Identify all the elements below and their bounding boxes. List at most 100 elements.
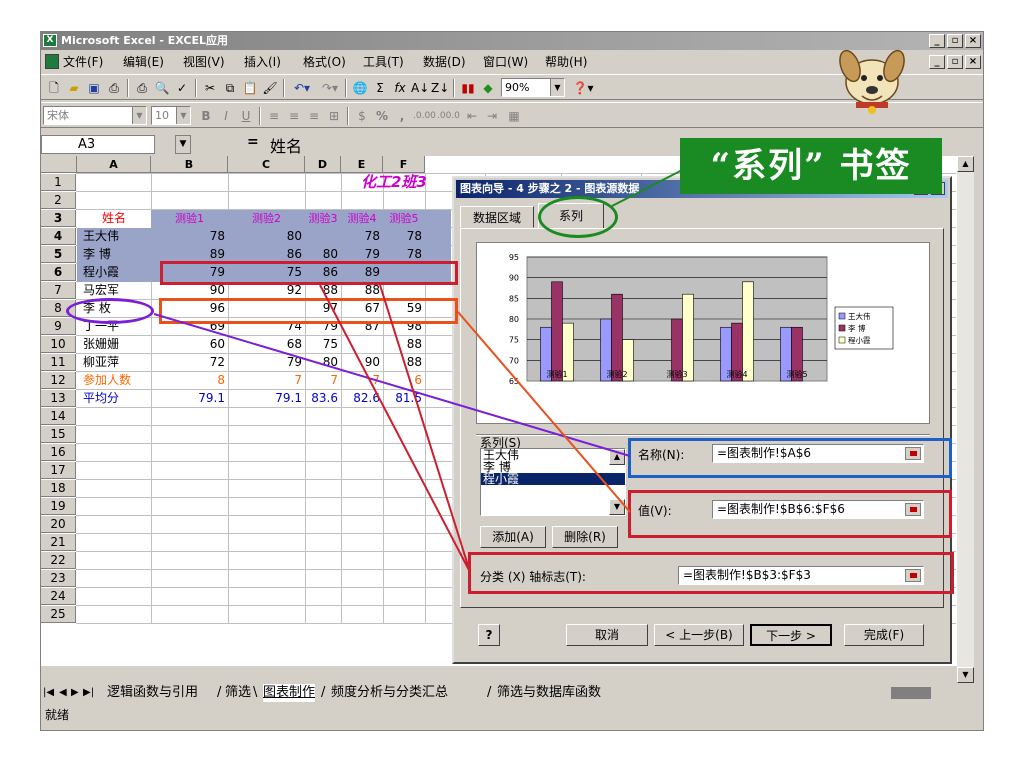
value-cell[interactable]: 81.5 <box>383 390 425 407</box>
italic-icon[interactable]: I <box>217 106 235 126</box>
column-header[interactable]: E <box>341 156 383 173</box>
name-cell[interactable]: 王大伟 <box>77 228 151 245</box>
copy-icon[interactable]: ⧉ <box>221 78 239 98</box>
column-header[interactable]: D <box>305 156 341 173</box>
currency-icon[interactable]: $ <box>353 106 371 126</box>
cancel-button[interactable]: 取消 <box>566 624 648 646</box>
new-file-icon[interactable]: 🗋 <box>45 78 63 98</box>
value-cell[interactable]: 6 <box>383 372 425 389</box>
open-folder-icon[interactable]: ▰ <box>65 78 83 98</box>
undo-icon[interactable]: ↶▾ <box>289 78 315 98</box>
menu-edit[interactable]: 编辑(E) <box>123 51 164 73</box>
tab-nav-first-icon[interactable]: |◀ <box>43 684 54 702</box>
tab-data-range[interactable]: 数据区域 <box>460 206 534 228</box>
vertical-scrollbar[interactable]: ▲ ▼ <box>957 156 974 683</box>
font-size-combo[interactable]: 10 ▼ <box>151 106 191 125</box>
spelling-icon[interactable]: ✓ <box>173 78 191 98</box>
menu-format[interactable]: 格式(O) <box>303 51 346 73</box>
value-cell[interactable]: 8 <box>151 372 228 389</box>
menu-data[interactable]: 数据(D) <box>423 51 466 73</box>
sort-ascending-icon[interactable]: A↓ <box>411 78 429 98</box>
row-header[interactable]: 19 <box>41 498 76 515</box>
row-header[interactable]: 25 <box>41 606 76 623</box>
value-cell[interactable]: 88 <box>383 336 425 353</box>
sheet-tab-database[interactable]: 筛选与数据库函数 <box>497 684 601 702</box>
row-header[interactable]: 7 <box>41 282 76 299</box>
value-cell[interactable]: 79 <box>228 354 305 371</box>
column-header[interactable]: A <box>77 156 151 173</box>
scroll-up-icon[interactable]: ▲ <box>957 156 974 172</box>
row-header[interactable]: 14 <box>41 408 76 425</box>
column-header[interactable]: B <box>151 156 228 173</box>
align-center-icon[interactable]: ≡ <box>285 106 303 126</box>
tab-nav-last-icon[interactable]: ▶| <box>83 684 94 702</box>
decrease-decimal-icon[interactable]: .00.0 <box>437 106 460 126</box>
format-painter-icon[interactable]: 🖌 <box>261 78 279 98</box>
value-cell[interactable]: 60 <box>151 336 228 353</box>
value-cell[interactable]: 78 <box>151 228 228 245</box>
merge-center-icon[interactable]: ⊞ <box>325 106 343 126</box>
increase-indent-icon[interactable]: ⇥ <box>483 106 501 126</box>
value-cell[interactable]: 90 <box>341 354 383 371</box>
row-header[interactable]: 2 <box>41 192 76 209</box>
close-button[interactable]: × <box>965 34 981 48</box>
value-cell[interactable]: 68 <box>228 336 305 353</box>
scroll-down-icon[interactable]: ▼ <box>957 667 974 683</box>
sheet-tab-frequency[interactable]: 频度分析与分类汇总 <box>331 684 448 702</box>
delete-series-button[interactable]: 删除(R) <box>552 526 618 548</box>
row-header[interactable]: 6 <box>41 264 76 281</box>
value-cell[interactable]: 7 <box>228 372 305 389</box>
name-cell[interactable]: 马宏军 <box>77 282 151 299</box>
column-header[interactable]: C <box>228 156 305 173</box>
chevron-down-icon[interactable]: ▼ <box>132 107 146 124</box>
zoom-combo[interactable]: 90% ▼ <box>501 78 565 97</box>
header-cell[interactable]: 测验2 <box>228 210 305 227</box>
redo-icon[interactable]: ↷▾ <box>317 78 343 98</box>
row-header[interactable]: 15 <box>41 426 76 443</box>
value-cell[interactable]: 72 <box>151 354 228 371</box>
header-cell[interactable]: 测验1 <box>151 210 228 227</box>
row-header[interactable]: 13 <box>41 390 76 407</box>
name-cell[interactable]: 程小霞 <box>77 264 151 281</box>
print-icon[interactable]: ⎙ <box>133 78 151 98</box>
value-cell[interactable]: 7 <box>305 372 341 389</box>
document-icon[interactable] <box>45 54 59 69</box>
paste-icon[interactable]: 📋 <box>241 78 259 98</box>
value-cell[interactable]: 78 <box>341 228 383 245</box>
row-header[interactable]: 16 <box>41 444 76 461</box>
row-header[interactable]: 21 <box>41 534 76 551</box>
name-cell[interactable]: 参加人数 <box>77 372 151 389</box>
restore-button[interactable]: ▫ <box>947 34 963 48</box>
percent-icon[interactable]: % <box>373 106 391 126</box>
column-header[interactable]: F <box>383 156 425 173</box>
help-button[interactable]: ? <box>478 624 500 646</box>
row-header[interactable]: 17 <box>41 462 76 479</box>
row-header[interactable]: 24 <box>41 588 76 605</box>
chevron-down-icon[interactable]: ▼ <box>550 79 564 96</box>
row-header[interactable]: 22 <box>41 552 76 569</box>
list-scroll-down-icon[interactable]: ▼ <box>609 499 625 515</box>
value-cell[interactable]: 79.1 <box>228 390 305 407</box>
help-icon[interactable]: ❓▾ <box>571 78 595 98</box>
value-cell[interactable] <box>341 336 383 353</box>
comma-icon[interactable]: , <box>393 106 411 126</box>
value-cell[interactable]: 7 <box>341 372 383 389</box>
sheet-tab-logic[interactable]: 逻辑函数与引用 <box>107 684 198 702</box>
print-preview-icon[interactable]: 🔍 <box>153 78 171 98</box>
header-cell[interactable]: 姓名 <box>77 210 151 227</box>
header-cell[interactable]: 测验4 <box>341 210 383 227</box>
chevron-down-icon[interactable]: ▼ <box>176 107 190 124</box>
name-box[interactable]: A3 <box>41 135 155 154</box>
chevron-down-icon[interactable]: ▼ <box>175 135 191 154</box>
minimize-button[interactable]: _ <box>929 34 945 48</box>
menu-insert[interactable]: 插入(I) <box>244 51 281 73</box>
permission-icon[interactable]: ⎙ <box>105 78 123 98</box>
doc-restore-button[interactable]: ▫ <box>947 55 963 69</box>
value-cell[interactable]: 82.6 <box>341 390 383 407</box>
align-left-icon[interactable]: ≡ <box>265 106 283 126</box>
row-header[interactable]: 23 <box>41 570 76 587</box>
row-header[interactable]: 3 <box>41 210 76 227</box>
borders-icon[interactable]: ▦ <box>505 106 523 126</box>
name-cell[interactable]: 李 博 <box>77 246 151 263</box>
row-header[interactable]: 12 <box>41 372 76 389</box>
